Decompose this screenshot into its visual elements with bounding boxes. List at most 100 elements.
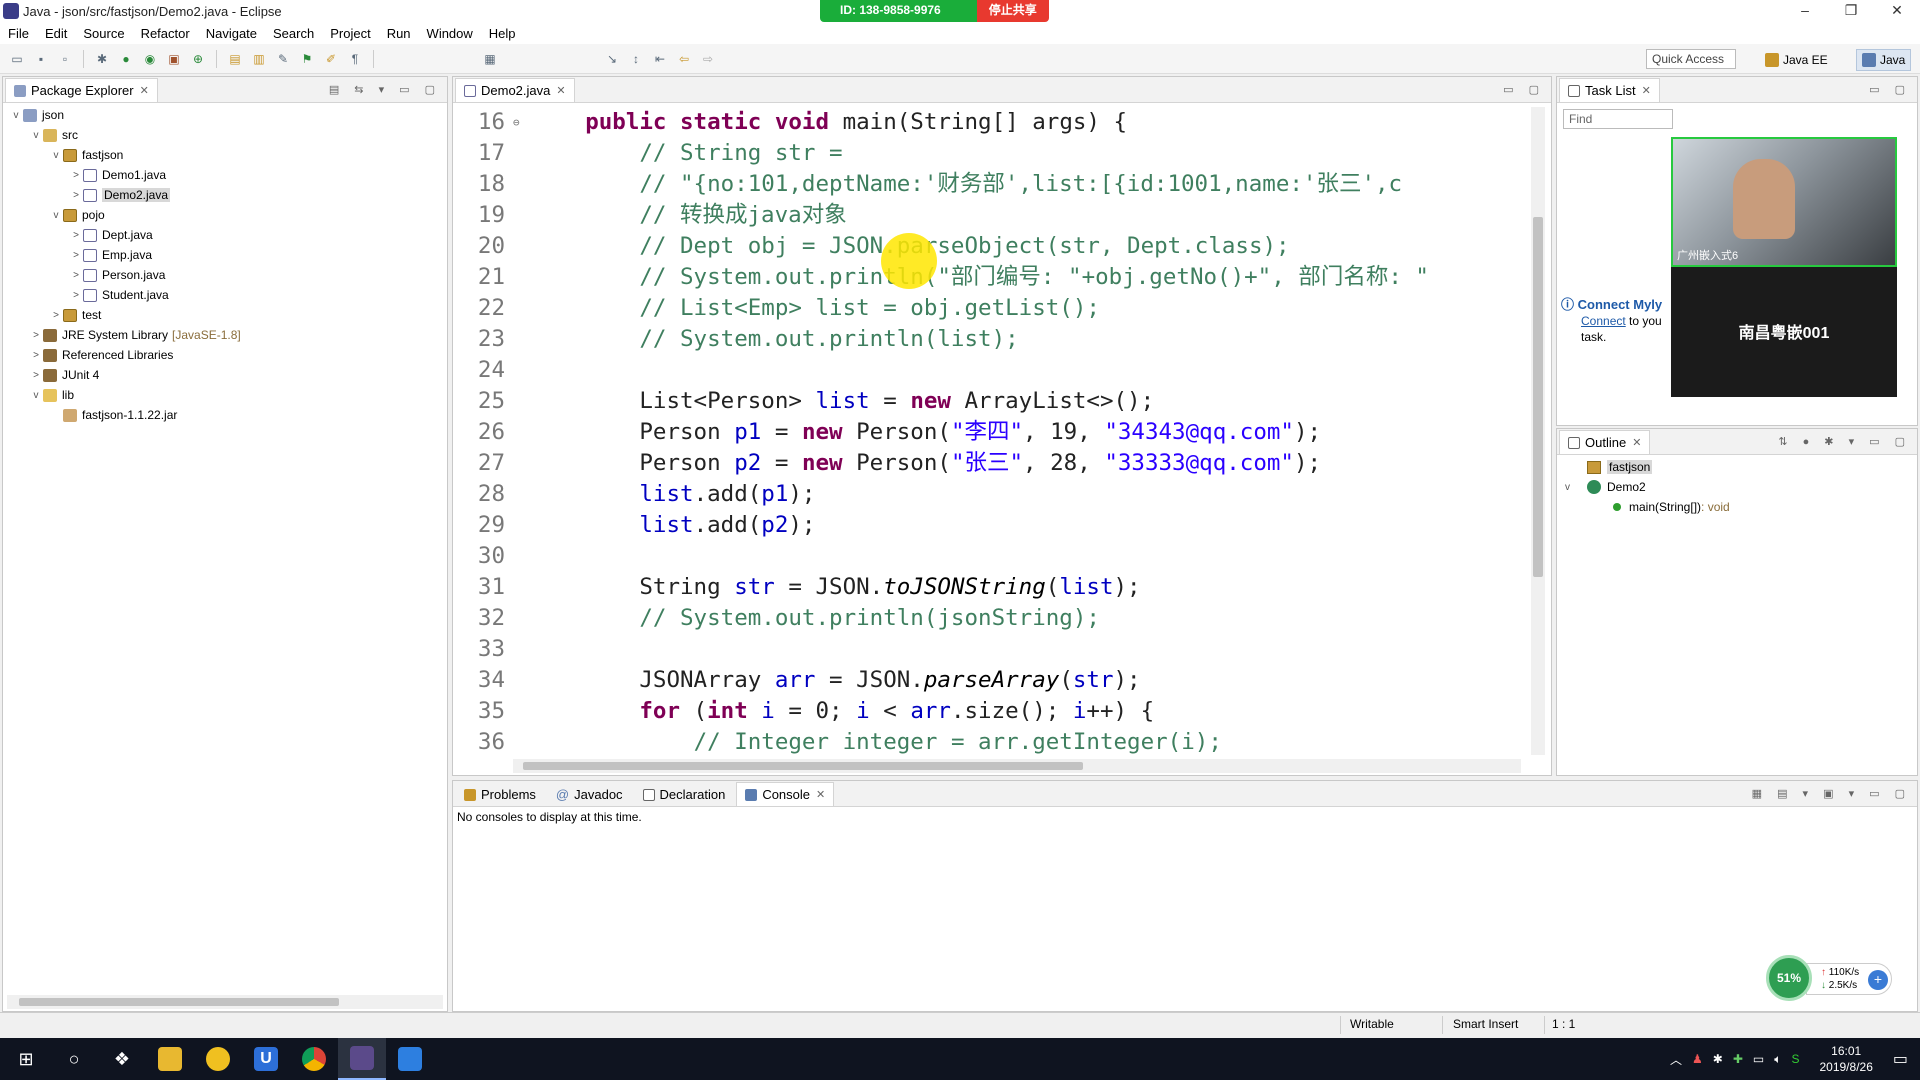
start-icon[interactable]: ⊞ <box>2 1038 50 1080</box>
network-icon[interactable]: ▭ <box>1748 1052 1769 1066</box>
code-line[interactable]: 22 // List<Emp> list = obj.getList(); <box>463 293 1521 324</box>
tree-item[interactable]: > JRE System Library [JavaSE-1.8] <box>3 325 447 345</box>
scrollbar-thumb[interactable] <box>523 762 1083 770</box>
file-explorer-icon[interactable] <box>146 1038 194 1080</box>
tree-item[interactable]: > Student.java <box>3 285 447 305</box>
horizontal-scrollbar[interactable] <box>513 759 1521 773</box>
video-call-overlay[interactable]: 广州嵌入式6 南昌粤嵌001 <box>1671 137 1897 397</box>
code-line[interactable]: 19 // 转换成java对象 <box>463 200 1521 231</box>
editor-view-controls[interactable]: ▭ ▢ <box>1503 83 1545 96</box>
fold-toggle-icon[interactable]: ⊖ <box>513 107 531 138</box>
horizontal-scrollbar[interactable] <box>7 995 443 1009</box>
code-line[interactable]: 25 List<Person> list = new ArrayList<>()… <box>463 386 1521 417</box>
chevron-right-icon[interactable]: > <box>69 250 83 261</box>
code-line[interactable]: 32 // System.out.println(jsonString); <box>463 603 1521 634</box>
code-line[interactable]: 23 // System.out.println(list); <box>463 324 1521 355</box>
chevron-right-icon[interactable]: > <box>49 310 63 321</box>
chrome-icon[interactable] <box>290 1038 338 1080</box>
tree-item[interactable]: v pojo <box>3 205 447 225</box>
open-type-icon[interactable]: ▤ <box>225 50 245 68</box>
bluetooth-icon[interactable]: ✱ <box>1708 1052 1728 1066</box>
code-line[interactable]: 24 <box>463 355 1521 386</box>
tab-package-explorer[interactable]: Package Explorer ✕ <box>5 78 158 102</box>
code-line[interactable]: 35 for (int i = 0; i < arr .size(); i ++) … <box>463 696 1521 727</box>
meeting-app-icon[interactable] <box>386 1038 434 1080</box>
clock[interactable]: 16:01 2019/8/26 <box>1804 1043 1887 1075</box>
perspective-java-ee[interactable]: Java EE <box>1760 49 1833 71</box>
code-line[interactable]: 31 String str = JSON. toJSONString(list); <box>463 572 1521 603</box>
close-icon[interactable]: ✕ <box>1642 84 1651 97</box>
outline-item-package[interactable]: fastjson <box>1557 457 1917 477</box>
run-icon[interactable]: ● <box>116 50 136 68</box>
mark-occurrences-icon[interactable]: ⚑ <box>297 50 317 68</box>
volume-icon[interactable]: 🔈︎ <box>1769 1052 1786 1067</box>
close-icon[interactable]: ✕ <box>556 84 565 97</box>
minimize-button[interactable]: – <box>1782 0 1828 22</box>
chevron-down-icon[interactable]: v <box>29 390 43 401</box>
tree-item[interactable]: > Person.java <box>3 265 447 285</box>
last-edit-icon[interactable]: ⇤ <box>650 50 670 68</box>
chevron-right-icon[interactable]: > <box>29 330 43 341</box>
save-icon[interactable]: ▪ <box>31 50 51 68</box>
code-line[interactable]: 17 // String str = <box>463 138 1521 169</box>
menu-edit[interactable]: Edit <box>37 26 75 41</box>
code-line[interactable]: 18 // "{no:101,deptName:'财务部',list:[{id:… <box>463 169 1521 200</box>
code-line[interactable]: 26 Person p1 = new Person("李四", 19, "343… <box>463 417 1521 448</box>
view-controls[interactable]: ⇅ ● ✱ ▾ ▭ ▢ <box>1778 435 1911 448</box>
console-view-controls[interactable]: ▦ ▤ ▾ ▣ ▾ ▭ ▢ <box>1752 787 1911 800</box>
tree-item[interactable]: > Dept.java <box>3 225 447 245</box>
forward-icon[interactable]: ⇨ <box>698 50 718 68</box>
restore-button[interactable]: ❐ <box>1828 0 1874 22</box>
console-icon[interactable]: ▦ <box>480 50 500 68</box>
tab-problems[interactable]: Problems <box>455 782 545 806</box>
tab-demo2-java[interactable]: Demo2.java ✕ <box>455 78 575 102</box>
input-method-icon[interactable]: S <box>1786 1052 1804 1066</box>
external-tools-icon[interactable]: ▣ <box>164 50 184 68</box>
weather-app-icon[interactable] <box>194 1038 242 1080</box>
tree-item[interactable]: v fastjson <box>3 145 447 165</box>
chevron-down-icon[interactable]: v <box>1565 482 1579 493</box>
chevron-right-icon[interactable]: > <box>69 230 83 241</box>
code-line[interactable]: 28 list .add(p1); <box>463 479 1521 510</box>
tree-item[interactable]: v json <box>3 105 447 125</box>
code-line[interactable]: 21 // System.out.println("部门编号: "+obj.ge… <box>463 262 1521 293</box>
quick-access-input[interactable]: Quick Access <box>1646 49 1736 69</box>
menu-window[interactable]: Window <box>419 26 481 41</box>
chevron-right-icon[interactable]: > <box>69 170 83 181</box>
open-folder-icon[interactable]: ▥ <box>249 50 269 68</box>
code-line[interactable]: 34 JSONArray arr = JSON. parseArray(str); <box>463 665 1521 696</box>
eclipse-taskbar-icon[interactable] <box>338 1038 386 1080</box>
outline-item-class[interactable]: v Demo2 <box>1557 477 1917 497</box>
chevron-up-icon[interactable]: ︿ <box>1665 1051 1687 1068</box>
tray-app-icon[interactable]: ♟ <box>1687 1052 1708 1066</box>
search-icon[interactable]: ✎ <box>273 50 293 68</box>
code-line[interactable]: 27 Person p2 = new Person("张三", 28, "333… <box>463 448 1521 479</box>
plus-icon[interactable]: + <box>1868 970 1888 990</box>
new-class-icon[interactable]: ⊕ <box>188 50 208 68</box>
network-monitor-widget[interactable]: ↑ 110K/s ↓ 2.5K/s + 51% <box>1766 955 1896 1003</box>
task-find-input[interactable]: Find <box>1563 109 1673 129</box>
code-line[interactable]: 33 <box>463 634 1521 665</box>
outline-item-method[interactable]: main(String[]) : void <box>1557 497 1917 517</box>
close-button[interactable]: ✕ <box>1874 0 1920 22</box>
connect-link[interactable]: Connect <box>1581 314 1626 328</box>
menu-source[interactable]: Source <box>75 26 132 41</box>
close-icon[interactable]: ✕ <box>1632 436 1641 449</box>
view-controls[interactable]: ▤ ⇆ ▾ ▭ ▢ <box>329 83 441 96</box>
chevron-right-icon[interactable]: > <box>69 270 83 281</box>
chevron-down-icon[interactable]: v <box>9 110 23 121</box>
vertical-scrollbar[interactable] <box>1531 107 1545 755</box>
chevron-right-icon[interactable]: > <box>29 350 43 361</box>
tree-item[interactable]: v src <box>3 125 447 145</box>
toggle-highlight-icon[interactable]: ✐ <box>321 50 341 68</box>
debug-icon[interactable]: ✱ <box>92 50 112 68</box>
tree-item[interactable]: > Emp.java <box>3 245 447 265</box>
coverage-icon[interactable]: ◉ <box>140 50 160 68</box>
menu-project[interactable]: Project <box>322 26 378 41</box>
search-icon[interactable]: ○ <box>50 1038 98 1080</box>
chevron-down-icon[interactable]: v <box>49 210 63 221</box>
code-line[interactable]: 30 <box>463 541 1521 572</box>
tree-item[interactable]: > test <box>3 305 447 325</box>
code-line[interactable]: 36 // Integer integer = arr.getInteger(i… <box>463 727 1521 758</box>
chevron-down-icon[interactable]: v <box>29 130 43 141</box>
